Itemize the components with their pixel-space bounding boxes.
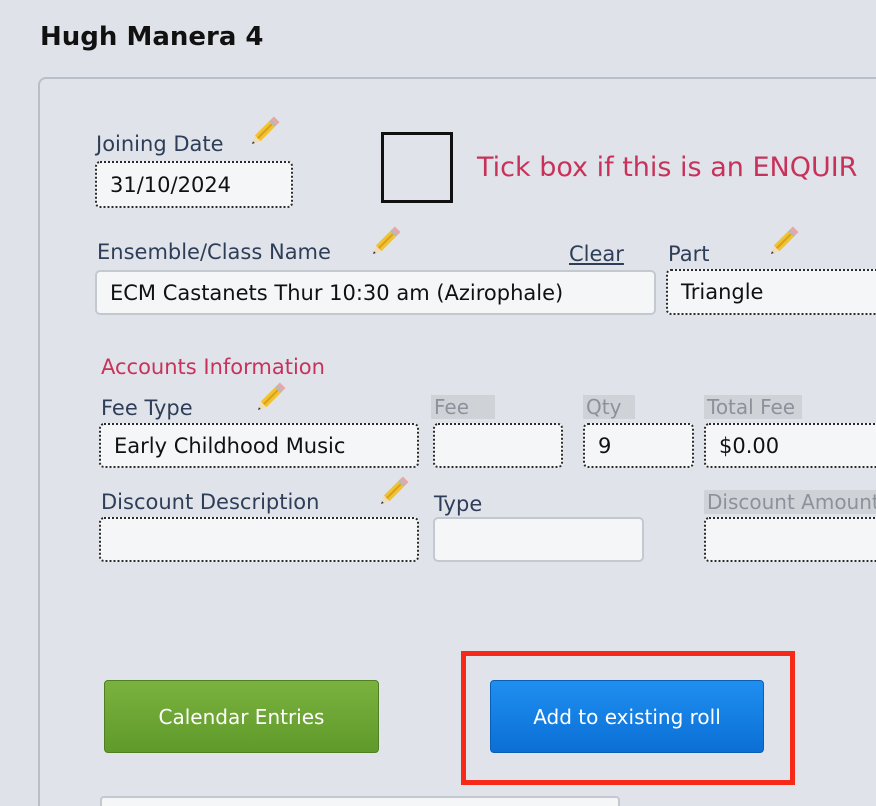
discount-description-field[interactable] (99, 517, 419, 562)
discount-type-field[interactable] (433, 517, 644, 562)
ensemble-class-name-label: Ensemble/Class Name (97, 240, 331, 264)
qty-field[interactable]: 9 (583, 423, 694, 468)
fee-label: Fee (431, 395, 495, 419)
part-label: Part (668, 242, 710, 266)
pencil-icon[interactable] (373, 472, 413, 512)
joining-date-field[interactable]: 31/10/2024 (95, 161, 293, 208)
ensemble-class-name-field[interactable]: ECM Castanets Thur 10:30 am (Azirophale) (95, 270, 656, 315)
discount-amount-field[interactable] (704, 517, 876, 562)
record-page: Hugh Manera 4 Joining Date 31/10/2024 Ti… (0, 0, 876, 806)
notes-field[interactable] (100, 796, 620, 806)
pencil-icon[interactable] (244, 112, 284, 152)
clear-link[interactable]: Clear (569, 242, 624, 266)
enquiry-checkbox[interactable] (381, 132, 453, 203)
highlight-frame (461, 651, 795, 785)
discount-description-label: Discount Description (101, 490, 320, 514)
part-field[interactable]: Triangle (666, 269, 876, 315)
fee-field[interactable] (433, 423, 563, 468)
fee-type-field[interactable]: Early Childhood Music (99, 423, 419, 468)
total-fee-field[interactable]: $0.00 (704, 423, 876, 468)
total-fee-label: Total Fee (704, 395, 802, 419)
pencil-icon[interactable] (763, 222, 803, 262)
accounts-information-heading: Accounts Information (101, 355, 325, 379)
page-title: Hugh Manera 4 (40, 22, 264, 52)
calendar-entries-button[interactable]: Calendar Entries (104, 680, 379, 753)
enquiry-instruction: Tick box if this is an ENQUIR (477, 152, 858, 183)
discount-amount-label: Discount Amount (704, 490, 876, 514)
type-label: Type (434, 492, 483, 516)
joining-date-label: Joining Date (96, 132, 224, 156)
qty-label: Qty (583, 395, 635, 419)
pencil-icon[interactable] (250, 378, 290, 418)
fee-type-label: Fee Type (101, 396, 193, 420)
pencil-icon[interactable] (365, 222, 405, 262)
